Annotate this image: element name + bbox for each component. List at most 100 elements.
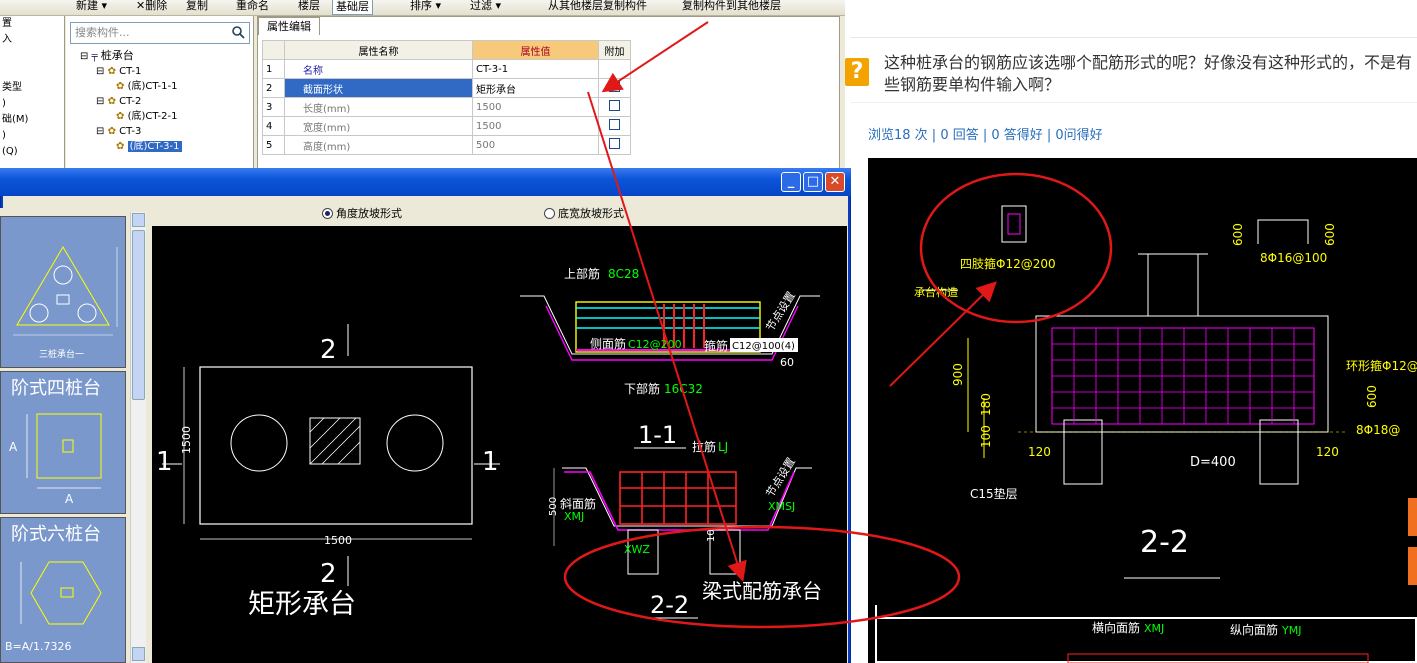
row-number: 2: [262, 78, 285, 98]
gear-icon: ✿: [107, 126, 116, 137]
dim-label: A: [9, 440, 18, 454]
prop-name: 长度(mm): [284, 97, 473, 117]
prop-extra: [598, 78, 631, 98]
prop-value[interactable]: 矩形承台: [472, 78, 599, 98]
prop-value[interactable]: 1500: [472, 97, 599, 117]
close-button[interactable]: ✕: [825, 172, 845, 192]
search-placeholder: 搜索构件...: [75, 26, 130, 39]
prop-value[interactable]: 1500: [472, 116, 599, 136]
plan-dim-width: 1500: [324, 534, 352, 547]
search-icon[interactable]: [231, 25, 245, 39]
tree-item[interactable]: ✿ (底)CT-1-1: [80, 79, 182, 94]
rename-button[interactable]: 重命名: [236, 0, 269, 13]
collapse-icon[interactable]: ⊟: [80, 51, 88, 62]
sort-button[interactable]: 排序 ▾: [410, 0, 441, 13]
table-row-selected[interactable]: 2 截面形状 矩形承台: [262, 78, 631, 98]
radio-label: 角度放坡形式: [336, 207, 402, 220]
question-stats[interactable]: 浏览18 次 | 0 回答 | 0 答得好 | 0问得好: [868, 124, 1103, 143]
thumb-caption: 三桩承台一: [39, 350, 85, 360]
cad-preview-canvas[interactable]: 2 2 1 1 1500 1500 矩形承台 上部筋 8C28 侧面筋 C12@…: [152, 226, 847, 663]
delete-button[interactable]: ✕删除: [136, 0, 167, 13]
delete-icon: ✕: [136, 0, 146, 12]
horizontal-bar-label: 横向面筋: [1092, 620, 1140, 635]
radio-width-slope[interactable]: 底宽放坡形式: [544, 205, 624, 221]
beam-reinforced-cap-caption: 梁式配筋承台: [702, 579, 822, 603]
copy-button[interactable]: 复制: [186, 0, 208, 13]
horizontal-bar-code: XMJ: [1144, 622, 1164, 635]
dim-120-left: 120: [1028, 445, 1051, 459]
search-input[interactable]: 搜索构件...: [70, 22, 250, 44]
left-item[interactable]: ): [0, 96, 64, 112]
minimize-button[interactable]: _: [781, 172, 801, 192]
top-bar-label: 上部筋: [564, 266, 600, 281]
gear-icon: ✿: [107, 66, 116, 77]
thumb-triangle-cap[interactable]: 三桩承台一: [0, 216, 126, 368]
table-row[interactable]: 5 高度(mm) 500: [262, 135, 631, 155]
four-pile-cap-icon: [26, 413, 102, 489]
left-item[interactable]: (Q): [0, 144, 64, 160]
prop-value[interactable]: CT-3-1: [472, 59, 599, 79]
tree-item-selected[interactable]: ✿ (底)CT-3-1: [80, 139, 182, 154]
left-item[interactable]: 置: [0, 16, 64, 32]
extra-checkbox[interactable]: [609, 81, 620, 92]
extra-checkbox[interactable]: [609, 100, 620, 111]
extra-checkbox[interactable]: [609, 119, 620, 130]
left-item[interactable]: 类型: [0, 80, 64, 96]
dim-600-a: 600: [1231, 223, 1245, 246]
tab-property-edit[interactable]: 属性编辑: [258, 17, 320, 35]
thumb-stepped-six-pile[interactable]: 阶式六桩台 B=A/1.7326: [0, 517, 126, 663]
dim-180: 180: [979, 393, 993, 416]
xmj-label: XMJ: [564, 510, 584, 523]
collapse-icon[interactable]: ⊟: [96, 66, 104, 77]
question-text: 这种桩承台的钢筋应该选哪个配筋形式的呢？好像没有这种形式的，不是有些钢筋要单构件…: [884, 53, 1413, 94]
scroll-down-button[interactable]: [132, 647, 145, 661]
new-button[interactable]: 新建 ▾: [76, 0, 107, 13]
dialog-titlebar[interactable]: [0, 168, 851, 196]
tree-item-label: (底)CT-2-1: [127, 111, 178, 122]
dim-10: 10: [706, 529, 717, 542]
collapse-icon[interactable]: ⊟: [96, 96, 104, 107]
question-drawing: 四肢箍Φ12@200 承台构造 8Φ16@100 环形箍Φ12@2 8Φ18@ …: [868, 158, 1417, 663]
ring-right-label: 环形箍Φ12@2: [1346, 358, 1417, 373]
stirrup-label: 箍筋: [704, 338, 728, 353]
tree-item[interactable]: ⊟ ✿ CT-2: [80, 94, 182, 109]
slope-mode-bar: 角度放坡形式 底宽放坡形式: [152, 200, 847, 224]
top-bar-value: 8C28: [608, 267, 639, 281]
floor-select[interactable]: 基础层: [332, 0, 373, 15]
section-mark-bottom: 2: [320, 559, 337, 589]
thumbnail-scrollbar[interactable]: [130, 212, 146, 663]
section-title-2-2: 2-2: [650, 591, 689, 619]
side-tab[interactable]: [1408, 547, 1417, 585]
table-row[interactable]: 3 长度(mm) 1500: [262, 97, 631, 117]
thumb-stepped-four-pile[interactable]: 阶式四桩台 A A: [0, 371, 126, 514]
side-tab[interactable]: [1408, 498, 1417, 536]
gear-icon: ✿: [116, 81, 125, 92]
maximize-button[interactable]: □: [803, 172, 823, 192]
scroll-up-button[interactable]: [132, 213, 145, 227]
prop-name: 宽度(mm): [284, 116, 473, 136]
collapse-icon[interactable]: ⊟: [96, 126, 104, 137]
dim-formula: B=A/1.7326: [5, 640, 72, 653]
left-item[interactable]: 础(M): [0, 112, 64, 128]
copy-to-floor-button[interactable]: 复制构件到其他楼层: [682, 0, 781, 13]
table-row[interactable]: 4 宽度(mm) 1500: [262, 116, 631, 136]
left-item[interactable]: ): [0, 128, 64, 144]
scroll-thumb[interactable]: [132, 230, 145, 400]
table-row[interactable]: 1 名称 CT-3-1: [262, 59, 631, 79]
tree-root[interactable]: ⊟ ╤ 桩承台: [80, 48, 182, 64]
radio-angle-slope[interactable]: 角度放坡形式: [322, 205, 402, 221]
copy-from-floor-button[interactable]: 从其他楼层复制构件: [548, 0, 647, 13]
tree-item[interactable]: ✿ (底)CT-2-1: [80, 109, 182, 124]
vertical-bar-code: YMJ: [1281, 624, 1301, 637]
prop-extra: [598, 116, 631, 136]
tree-item[interactable]: ⊟ ✿ CT-1: [80, 64, 182, 79]
node-note: 节点设置: [764, 455, 798, 499]
left-item[interactable]: 入: [0, 32, 64, 48]
drawing-mesh: [1052, 328, 1314, 424]
extra-checkbox[interactable]: [609, 138, 620, 149]
tree-item[interactable]: ⊟ ✿ CT-3: [80, 124, 182, 139]
component-tree: ⊟ ╤ 桩承台 ⊟ ✿ CT-1 ✿ (底)CT-1-1 ⊟ ✿ CT-2 ✿ …: [80, 48, 182, 154]
delete-label: 删除: [145, 0, 168, 12]
filter-button[interactable]: 过滤 ▾: [470, 0, 501, 13]
prop-value[interactable]: 500: [472, 135, 599, 155]
